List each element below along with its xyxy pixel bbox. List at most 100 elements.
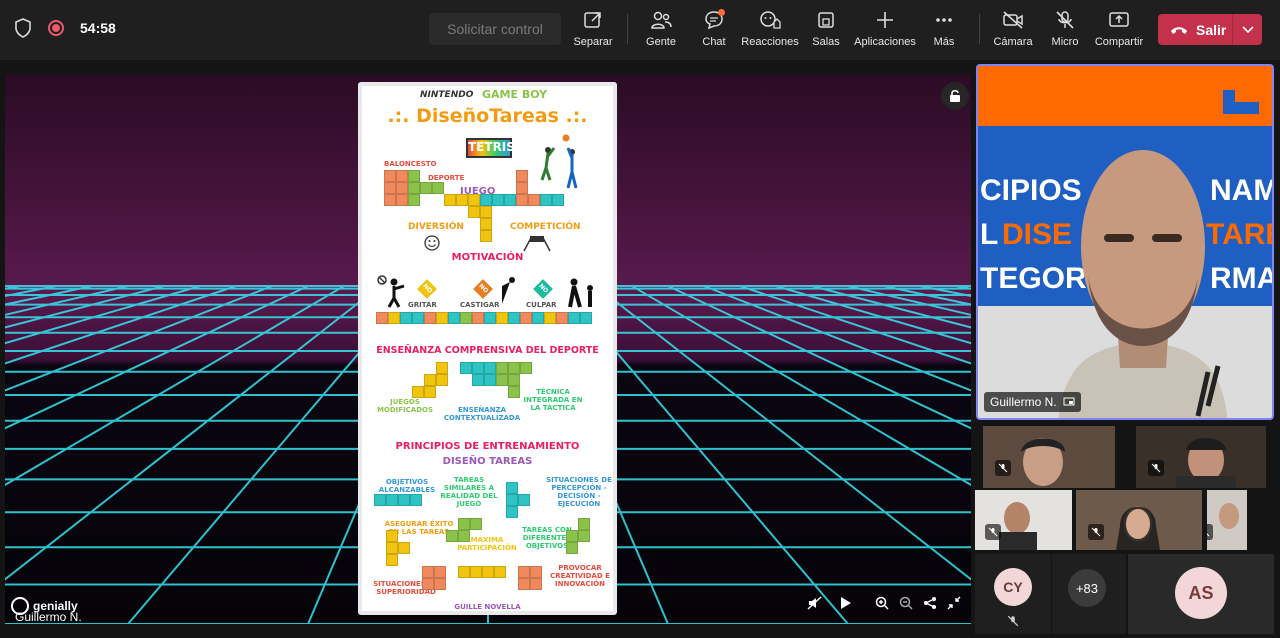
- tetris-block: [468, 206, 480, 218]
- tetris-block: [484, 362, 496, 374]
- shield-icon: [15, 18, 31, 38]
- tetris-block: [580, 312, 592, 324]
- screen-share-indicator-icon: [1063, 397, 1075, 406]
- phone-hangup-icon: [1171, 26, 1187, 34]
- tetris-block: [388, 312, 400, 324]
- participant-tile-as[interactable]: AS: [1128, 554, 1274, 634]
- people-button[interactable]: Gente: [646, 8, 676, 52]
- tetris-block: [458, 566, 470, 578]
- chat-button[interactable]: Chat: [700, 8, 728, 52]
- tetris-block: [386, 530, 398, 542]
- tetris-block: [444, 194, 456, 206]
- tetris-block: [460, 362, 472, 374]
- tetris-block: [396, 182, 408, 194]
- rooms-label: Salas: [812, 36, 840, 48]
- label-ecd: ENSEÑANZA COMPRENSIVA DEL DEPORTE: [376, 345, 599, 356]
- request-control-button[interactable]: Solicitar control: [429, 13, 561, 45]
- tetris-block: [434, 578, 446, 590]
- label-competicion: COMPETICIÓN: [510, 222, 581, 232]
- tetris-block: [482, 566, 494, 578]
- tetris-block: [408, 194, 420, 206]
- participant-video: [975, 490, 1072, 550]
- tetris-block: [384, 170, 396, 182]
- leave-options-button[interactable]: [1233, 25, 1262, 34]
- tetris-block: [508, 374, 520, 386]
- tetris-block: [556, 312, 568, 324]
- label-gritar: GRITAR: [408, 301, 437, 309]
- zoom-in-button[interactable]: [871, 592, 893, 614]
- tetris-block: [492, 194, 504, 206]
- chat-badge: [718, 9, 725, 16]
- tetris-block: [470, 518, 482, 530]
- leave-label: Salir: [1196, 21, 1227, 38]
- tetris-block: [530, 578, 542, 590]
- share-content-button[interactable]: [919, 592, 941, 614]
- tetris-block: [456, 194, 468, 206]
- tetris-block: [532, 312, 544, 324]
- tetris-block: [396, 194, 408, 206]
- chat-icon: [702, 8, 726, 32]
- pop-out-icon: [581, 8, 605, 32]
- tetris-block: [518, 578, 530, 590]
- tetris-block: [458, 518, 470, 530]
- participant-tile[interactable]: [983, 426, 1115, 488]
- tetris-block: [552, 194, 564, 206]
- label-situaciones: SITUACIONES DE PERCEPCIÓN - DECISIÓN - E…: [546, 476, 612, 509]
- tetris-block: [424, 312, 436, 324]
- tetris-block: [496, 312, 508, 324]
- more-participants-button[interactable]: +83: [1052, 554, 1126, 634]
- more-button[interactable]: Más: [931, 8, 957, 52]
- mic-button[interactable]: Micro: [1050, 8, 1080, 52]
- tetris-block: [374, 494, 386, 506]
- pop-out-button[interactable]: Separar: [573, 8, 613, 52]
- collapse-arrows-icon: [947, 596, 961, 610]
- recording-icon: [48, 20, 64, 36]
- mic-off-icon: [1053, 8, 1077, 32]
- tetris-block: [468, 194, 480, 206]
- tetris-block: [472, 362, 484, 374]
- reactions-button[interactable]: Reacciones: [741, 8, 799, 52]
- speaker-video-feed: [1058, 150, 1228, 418]
- apps-button[interactable]: Aplicaciones: [854, 8, 916, 52]
- tetris-block: [472, 312, 484, 324]
- share-button[interactable]: Compartir: [1094, 8, 1144, 52]
- play-button[interactable]: [835, 592, 857, 614]
- tetris-block: [384, 194, 396, 206]
- participant-tile[interactable]: [1207, 490, 1247, 550]
- tetris-block: [376, 312, 388, 324]
- zoom-out-button[interactable]: [895, 592, 917, 614]
- tetris-block: [472, 374, 484, 386]
- tetris-block: [566, 530, 578, 542]
- label-castigar: CASTIGAR: [460, 301, 500, 309]
- tetris-block: [544, 312, 556, 324]
- tetris-block: [412, 386, 424, 398]
- racing-flags-icon: [523, 235, 551, 252]
- participant-tile[interactable]: [1136, 426, 1266, 488]
- tetris-logo: TETRIS: [466, 138, 515, 158]
- play-icon: [841, 597, 851, 609]
- bg-word: L: [980, 218, 999, 251]
- participant-tile[interactable]: [975, 490, 1072, 550]
- tetris-block: [520, 312, 532, 324]
- speaker-video-tile[interactable]: CIPIOS NAMI L DISE TARE TEGORÍ RMAC Guil…: [976, 64, 1274, 420]
- tetris-block: [436, 362, 448, 374]
- tetris-block: [470, 566, 482, 578]
- rooms-button[interactable]: Salas: [812, 8, 840, 52]
- tetris-block: [384, 182, 396, 194]
- unlock-icon: [950, 89, 960, 102]
- brand-prefix-text: NINTENDO: [420, 90, 474, 100]
- toolbar-divider: [979, 14, 980, 44]
- tetris-block: [398, 542, 410, 554]
- mute-audio-button[interactable]: [804, 592, 826, 614]
- pop-out-label: Separar: [573, 36, 613, 48]
- fullscreen-button[interactable]: [943, 592, 965, 614]
- participant-tile-cy[interactable]: CY: [975, 554, 1051, 634]
- participant-tile[interactable]: [1076, 490, 1202, 550]
- mic-off-icon: [1148, 460, 1164, 476]
- more-label: Más: [933, 36, 955, 48]
- tetris-block: [434, 566, 446, 578]
- camera-button[interactable]: Cámara: [993, 8, 1033, 52]
- leave-button[interactable]: Salir: [1158, 22, 1232, 38]
- unlock-button[interactable]: [941, 82, 969, 110]
- tetris-block: [480, 194, 492, 206]
